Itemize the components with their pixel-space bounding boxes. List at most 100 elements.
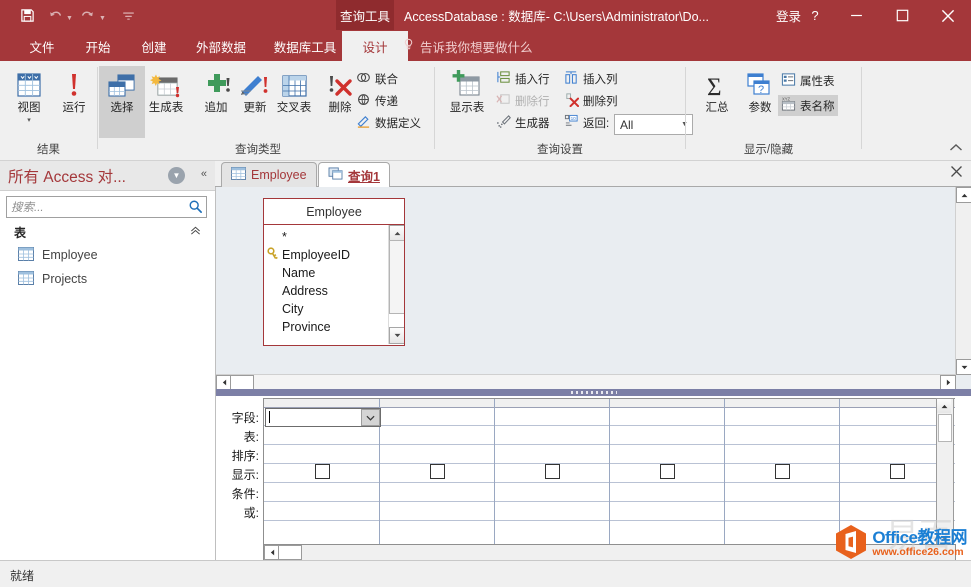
grid-vertical-scrollbar[interactable]: [936, 398, 954, 546]
grid-column-divider[interactable]: [839, 399, 840, 545]
chevron-down-circle-icon[interactable]: ▼: [168, 167, 185, 184]
field-asterisk[interactable]: *: [264, 228, 404, 246]
view-table-icon: [14, 66, 44, 100]
scroll-down-icon[interactable]: [389, 327, 404, 344]
parameters-button[interactable]: ? 参数: [737, 66, 783, 138]
scroll-up-icon[interactable]: [956, 187, 971, 203]
scroll-down-icon[interactable]: [937, 531, 951, 545]
crosstab-query-button[interactable]: 交叉表: [268, 66, 320, 138]
doc-tab-query1[interactable]: 查询1: [318, 162, 390, 188]
grid-column-divider[interactable]: [494, 399, 495, 545]
search-input[interactable]: 搜索...: [11, 199, 44, 215]
pass-through-button[interactable]: 传递: [353, 90, 401, 111]
view-button[interactable]: 视图 ▾: [6, 66, 52, 138]
grid-column-divider[interactable]: [724, 399, 725, 545]
scrollbar-thumb[interactable]: [278, 545, 302, 560]
tab-design[interactable]: 设计: [342, 31, 408, 61]
navigation-pane-title: 所有 Access 对...: [8, 168, 126, 186]
field-combobox-cell[interactable]: [265, 408, 381, 427]
field-name[interactable]: Name: [264, 264, 404, 282]
show-checkbox[interactable]: [660, 464, 675, 479]
window-title: AccessDatabase : 数据库- C:\Users\Administr…: [404, 10, 709, 24]
canvas-vertical-scrollbar[interactable]: [955, 187, 971, 375]
search-box[interactable]: 搜索...: [6, 196, 207, 218]
table-names-button[interactable]: XYZ 表名称: [778, 95, 838, 116]
select-query-icon: [106, 66, 138, 100]
undo-icon[interactable]: [42, 4, 68, 28]
ribbon-group-show-hide-title: 显示/隐藏: [743, 144, 794, 156]
pane-splitter[interactable]: [216, 389, 971, 396]
svg-text:?: ?: [758, 84, 764, 96]
run-button[interactable]: 运行: [51, 66, 97, 138]
save-icon[interactable]: [14, 4, 40, 28]
chevron-down-icon[interactable]: ▾: [27, 117, 31, 124]
scrollbar-thumb[interactable]: [938, 414, 952, 442]
search-icon[interactable]: [188, 199, 203, 217]
field-city[interactable]: City: [264, 300, 404, 318]
table-field-list-employee[interactable]: Employee * EmployeeID Name Address City …: [263, 198, 405, 346]
show-checkbox[interactable]: [545, 464, 560, 479]
window-controls: ?: [797, 0, 971, 31]
delete-row-icon: [496, 92, 511, 110]
insert-row-button[interactable]: 插入行: [493, 68, 553, 89]
property-sheet-button[interactable]: 属性表: [778, 70, 838, 91]
delete-column-button[interactable]: 删除列: [561, 90, 621, 111]
close-button[interactable]: [925, 0, 971, 31]
query-design-grid[interactable]: 字段: 表: 排序: 显示: 条件: 或:: [216, 396, 971, 561]
scroll-up-icon[interactable]: [937, 399, 951, 413]
grid-column-divider[interactable]: [609, 399, 610, 545]
insert-column-button[interactable]: 插入列: [561, 68, 621, 89]
select-query-button[interactable]: 选择: [99, 66, 145, 138]
grid-table[interactable]: [263, 398, 955, 546]
scroll-right-icon[interactable]: [940, 375, 956, 390]
totals-button[interactable]: Σ 汇总: [694, 66, 740, 138]
canvas-horizontal-scrollbar[interactable]: [216, 374, 956, 390]
collapse-ribbon-button[interactable]: [949, 143, 963, 156]
svg-text:XYZ: XYZ: [782, 97, 791, 102]
collapse-chevrons-icon[interactable]: [190, 225, 201, 239]
shutter-bar-close-icon[interactable]: «: [201, 168, 207, 180]
delete-row-button[interactable]: 删除行: [493, 90, 553, 111]
make-table-query-icon: [149, 66, 183, 100]
help-button[interactable]: ?: [797, 0, 833, 31]
navigation-group-tables[interactable]: 表: [6, 223, 205, 241]
grid-row-labels: 字段: 表: 排序: 显示: 条件: 或:: [216, 396, 263, 546]
maximize-button[interactable]: [879, 0, 925, 31]
minimize-button[interactable]: [833, 0, 879, 31]
scrollbar-thumb[interactable]: [230, 375, 254, 390]
show-checkbox[interactable]: [315, 464, 330, 479]
grid-horizontal-scrollbar[interactable]: [263, 544, 956, 561]
show-table-button[interactable]: 显示表: [440, 66, 494, 138]
status-bar: 就绪: [0, 560, 971, 587]
sidebar-item-employee[interactable]: Employee: [18, 245, 98, 265]
show-checkbox[interactable]: [775, 464, 790, 479]
show-checkbox[interactable]: [890, 464, 905, 479]
union-button[interactable]: 联合: [353, 68, 401, 89]
access-window: ▼ ▼ 查询工具 AccessDatabase : 数据库- C:\Users\…: [0, 0, 971, 587]
field-list-scrollbar[interactable]: [388, 225, 404, 344]
field-province[interactable]: Province: [264, 318, 404, 336]
query-design-canvas[interactable]: Employee * EmployeeID Name Address City …: [216, 187, 971, 390]
doc-tab-employee[interactable]: Employee: [221, 162, 317, 187]
redo-dropdown-icon[interactable]: ▼: [99, 15, 106, 22]
chevron-down-icon[interactable]: [361, 409, 380, 426]
close-document-icon[interactable]: [950, 165, 963, 181]
field-employeeid[interactable]: EmployeeID: [264, 246, 404, 264]
svg-text:Σ: Σ: [707, 74, 722, 100]
sidebar-item-projects[interactable]: Projects: [18, 269, 87, 289]
customize-qat-icon[interactable]: [116, 4, 142, 28]
redo-icon[interactable]: [75, 4, 101, 28]
field-address[interactable]: Address: [264, 282, 404, 300]
scrollbar-thumb[interactable]: [389, 240, 404, 314]
svg-text:10: 10: [571, 116, 577, 121]
show-checkbox[interactable]: [430, 464, 445, 479]
return-rows-combobox[interactable]: All ▼: [614, 114, 693, 135]
builder-button[interactable]: 生成器: [493, 112, 553, 133]
ribbon-group-results-title: 结果: [37, 144, 60, 156]
undo-dropdown-icon[interactable]: ▼: [66, 15, 73, 22]
navigation-pane-header[interactable]: 所有 Access 对... ▼ «: [0, 161, 215, 191]
data-definition-button[interactable]: 数据定义: [353, 112, 424, 133]
make-table-query-button[interactable]: 生成表: [143, 66, 189, 138]
tell-me-box[interactable]: 告诉我你想要做什么: [402, 31, 533, 61]
scroll-down-icon[interactable]: [956, 359, 971, 375]
